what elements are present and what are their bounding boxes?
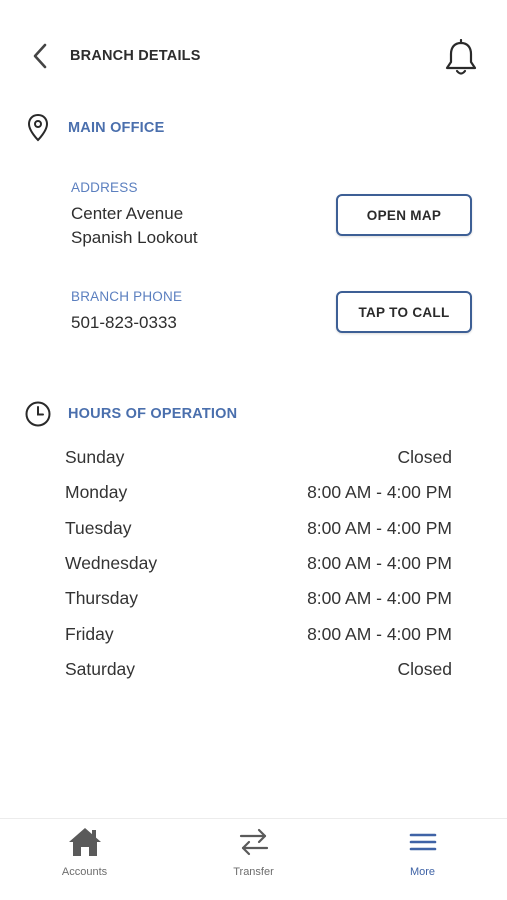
location-pin-icon <box>24 113 52 143</box>
branch-phone-label: BRANCH PHONE <box>71 289 183 304</box>
hours-day: Saturday <box>65 658 136 679</box>
hours-day: Friday <box>65 623 114 644</box>
address-label: ADDRESS <box>71 180 138 195</box>
hours-table: Sunday Closed Monday 8:00 AM - 4:00 PM T… <box>65 440 452 687</box>
hours-header: HOURS OF OPERATION <box>24 399 237 429</box>
hours-row: Wednesday 8:00 AM - 4:00 PM <box>65 546 452 581</box>
branch-phone-value: 501-823-0333 <box>71 313 177 332</box>
tab-transfer[interactable]: Transfer <box>169 819 338 900</box>
transfer-arrows-icon <box>234 825 274 859</box>
page-title: BRANCH DETAILS <box>70 48 201 64</box>
address-line-2: Spanish Lookout <box>71 228 198 247</box>
tap-to-call-button[interactable]: TAP TO CALL <box>336 291 472 333</box>
hours-day: Tuesday <box>65 517 132 538</box>
hours-time: 8:00 AM - 4:00 PM <box>307 517 452 538</box>
main-office-header: MAIN OFFICE <box>24 113 164 143</box>
hours-day: Wednesday <box>65 553 158 574</box>
main-office-title: MAIN OFFICE <box>68 120 165 136</box>
back-button[interactable] <box>26 40 54 72</box>
hours-row: Sunday Closed <box>65 440 452 475</box>
hours-title: HOURS OF OPERATION <box>68 406 238 422</box>
hours-row: Thursday 8:00 AM - 4:00 PM <box>65 581 452 616</box>
hours-row: Monday 8:00 AM - 4:00 PM <box>65 475 452 510</box>
hours-time: 8:00 AM - 4:00 PM <box>307 623 452 644</box>
hours-time: Closed <box>397 447 452 468</box>
tab-more-label: More <box>409 866 436 878</box>
house-icon <box>65 825 105 859</box>
hours-time: 8:00 AM - 4:00 PM <box>307 553 452 574</box>
menu-icon <box>403 825 443 859</box>
tab-transfer-label: Transfer <box>233 866 274 878</box>
tab-accounts[interactable]: Accounts <box>0 819 169 900</box>
open-map-button[interactable]: OPEN MAP <box>336 194 472 236</box>
bell-icon <box>445 39 477 75</box>
hours-time: Closed <box>397 658 452 679</box>
bottom-tab-bar: Accounts Transfer More <box>0 818 507 900</box>
chevron-left-icon <box>33 43 47 69</box>
hours-row: Tuesday 8:00 AM - 4:00 PM <box>65 511 452 546</box>
hours-time: 8:00 AM - 4:00 PM <box>307 482 452 503</box>
clock-icon <box>24 399 52 429</box>
hours-row: Saturday Closed <box>65 652 452 687</box>
tab-accounts-label: Accounts <box>61 866 108 878</box>
hours-day: Monday <box>65 482 128 503</box>
notifications-button[interactable] <box>441 38 481 78</box>
tab-more[interactable]: More <box>338 819 507 900</box>
hours-time: 8:00 AM - 4:00 PM <box>307 588 452 609</box>
address-line-1: Center Avenue <box>71 204 184 223</box>
hours-day: Thursday <box>65 588 138 609</box>
hours-row: Friday 8:00 AM - 4:00 PM <box>65 616 452 651</box>
hours-day: Sunday <box>65 447 125 468</box>
header: BRANCH DETAILS <box>0 0 507 110</box>
